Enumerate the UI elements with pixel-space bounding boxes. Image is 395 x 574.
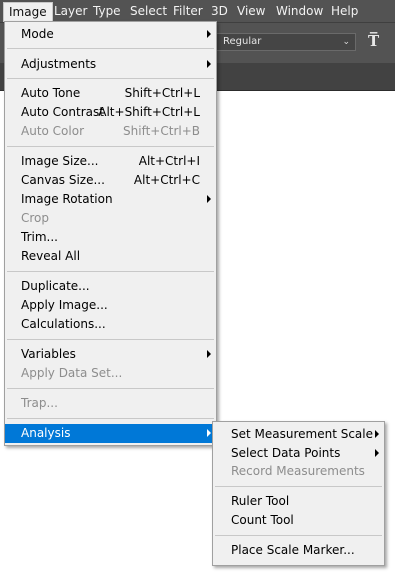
menu-type[interactable]: Type — [93, 4, 121, 18]
menu-item-image-size[interactable]: Image Size... Alt+Ctrl+I — [5, 152, 216, 171]
chevron-down-icon: ⌄ — [342, 37, 350, 47]
text-orientation-icon[interactable]: T̅ — [368, 32, 379, 50]
image-menu: Mode Adjustments Auto Tone Shift+Ctrl+L … — [4, 21, 217, 446]
menu-item-adjustments[interactable]: Adjustments — [5, 55, 216, 74]
submenu-arrow-icon — [207, 429, 211, 437]
menu-item-trim[interactable]: Trim... — [5, 228, 216, 247]
font-style-select[interactable]: Regular ⌄ — [216, 33, 356, 51]
menu-item-count-tool[interactable]: Count Tool — [213, 511, 384, 530]
menu-separator — [7, 339, 214, 340]
menu-item-apply-image[interactable]: Apply Image... — [5, 296, 216, 315]
menu-separator — [7, 48, 214, 49]
menu-item-auto-tone[interactable]: Auto Tone Shift+Ctrl+L — [5, 84, 216, 103]
submenu-arrow-icon — [207, 60, 211, 68]
menu-image[interactable]: Image — [3, 2, 53, 22]
analysis-submenu: Set Measurement Scale Select Data Points… — [212, 421, 385, 566]
menu-item-analysis[interactable]: Analysis — [5, 424, 216, 443]
menu-item-select-data-points[interactable]: Select Data Points — [213, 444, 384, 463]
menu-window[interactable]: Window — [276, 4, 323, 18]
submenu-arrow-icon — [207, 30, 211, 38]
menu-item-crop: Crop — [21, 211, 50, 225]
submenu-arrow-icon — [207, 195, 211, 203]
shortcut-text: Alt+Ctrl+C — [133, 173, 200, 187]
menu-item-set-measurement-scale[interactable]: Set Measurement Scale — [213, 425, 384, 444]
submenu-arrow-icon — [207, 350, 211, 358]
menu-separator — [7, 271, 214, 272]
menu-separator — [215, 535, 382, 536]
shortcut-text: Shift+Ctrl+B — [123, 124, 200, 138]
shortcut-text: Shift+Ctrl+L — [124, 86, 200, 100]
menu-item-ruler-tool[interactable]: Ruler Tool — [213, 492, 384, 511]
menu-separator — [7, 146, 214, 147]
menu-separator — [7, 388, 214, 389]
menu-item-auto-color: Auto Color Shift+Ctrl+B — [5, 122, 216, 141]
menu-item-calculations[interactable]: Calculations... — [5, 315, 216, 334]
menu-bar: Image Layer Type Select Filter 3D View W… — [0, 0, 395, 22]
menu-item-reveal-all[interactable]: Reveal All — [5, 247, 216, 266]
menu-item-duplicate[interactable]: Duplicate... — [5, 277, 216, 296]
menu-item-place-scale-marker[interactable]: Place Scale Marker... — [213, 541, 384, 560]
menu-item-record-measurements: Record Measurements — [231, 464, 365, 478]
submenu-arrow-icon — [375, 449, 379, 457]
menu-separator — [7, 418, 214, 419]
shortcut-text: Alt+Ctrl+I — [138, 154, 200, 168]
menu-select[interactable]: Select — [130, 4, 167, 18]
menu-item-trap: Trap... — [21, 396, 58, 410]
menu-help[interactable]: Help — [331, 4, 358, 18]
submenu-arrow-icon — [375, 430, 379, 438]
menu-separator — [7, 78, 214, 79]
menu-separator — [215, 486, 382, 487]
menu-item-canvas-size[interactable]: Canvas Size... Alt+Ctrl+C — [5, 171, 216, 190]
menu-item-apply-data-set: Apply Data Set... — [21, 366, 123, 380]
menu-filter[interactable]: Filter — [173, 4, 203, 18]
menu-item-mode[interactable]: Mode — [5, 25, 216, 44]
menu-item-auto-contrast[interactable]: Auto Contrast Alt+Shift+Ctrl+L — [5, 103, 216, 122]
menu-item-image-rotation[interactable]: Image Rotation — [5, 190, 216, 209]
menu-3d[interactable]: 3D — [211, 4, 228, 18]
font-style-value: Regular — [223, 36, 262, 47]
menu-item-variables[interactable]: Variables — [5, 345, 216, 364]
menu-view[interactable]: View — [237, 4, 265, 18]
menu-layer[interactable]: Layer — [54, 4, 87, 18]
shortcut-text: Alt+Shift+Ctrl+L — [98, 105, 200, 119]
